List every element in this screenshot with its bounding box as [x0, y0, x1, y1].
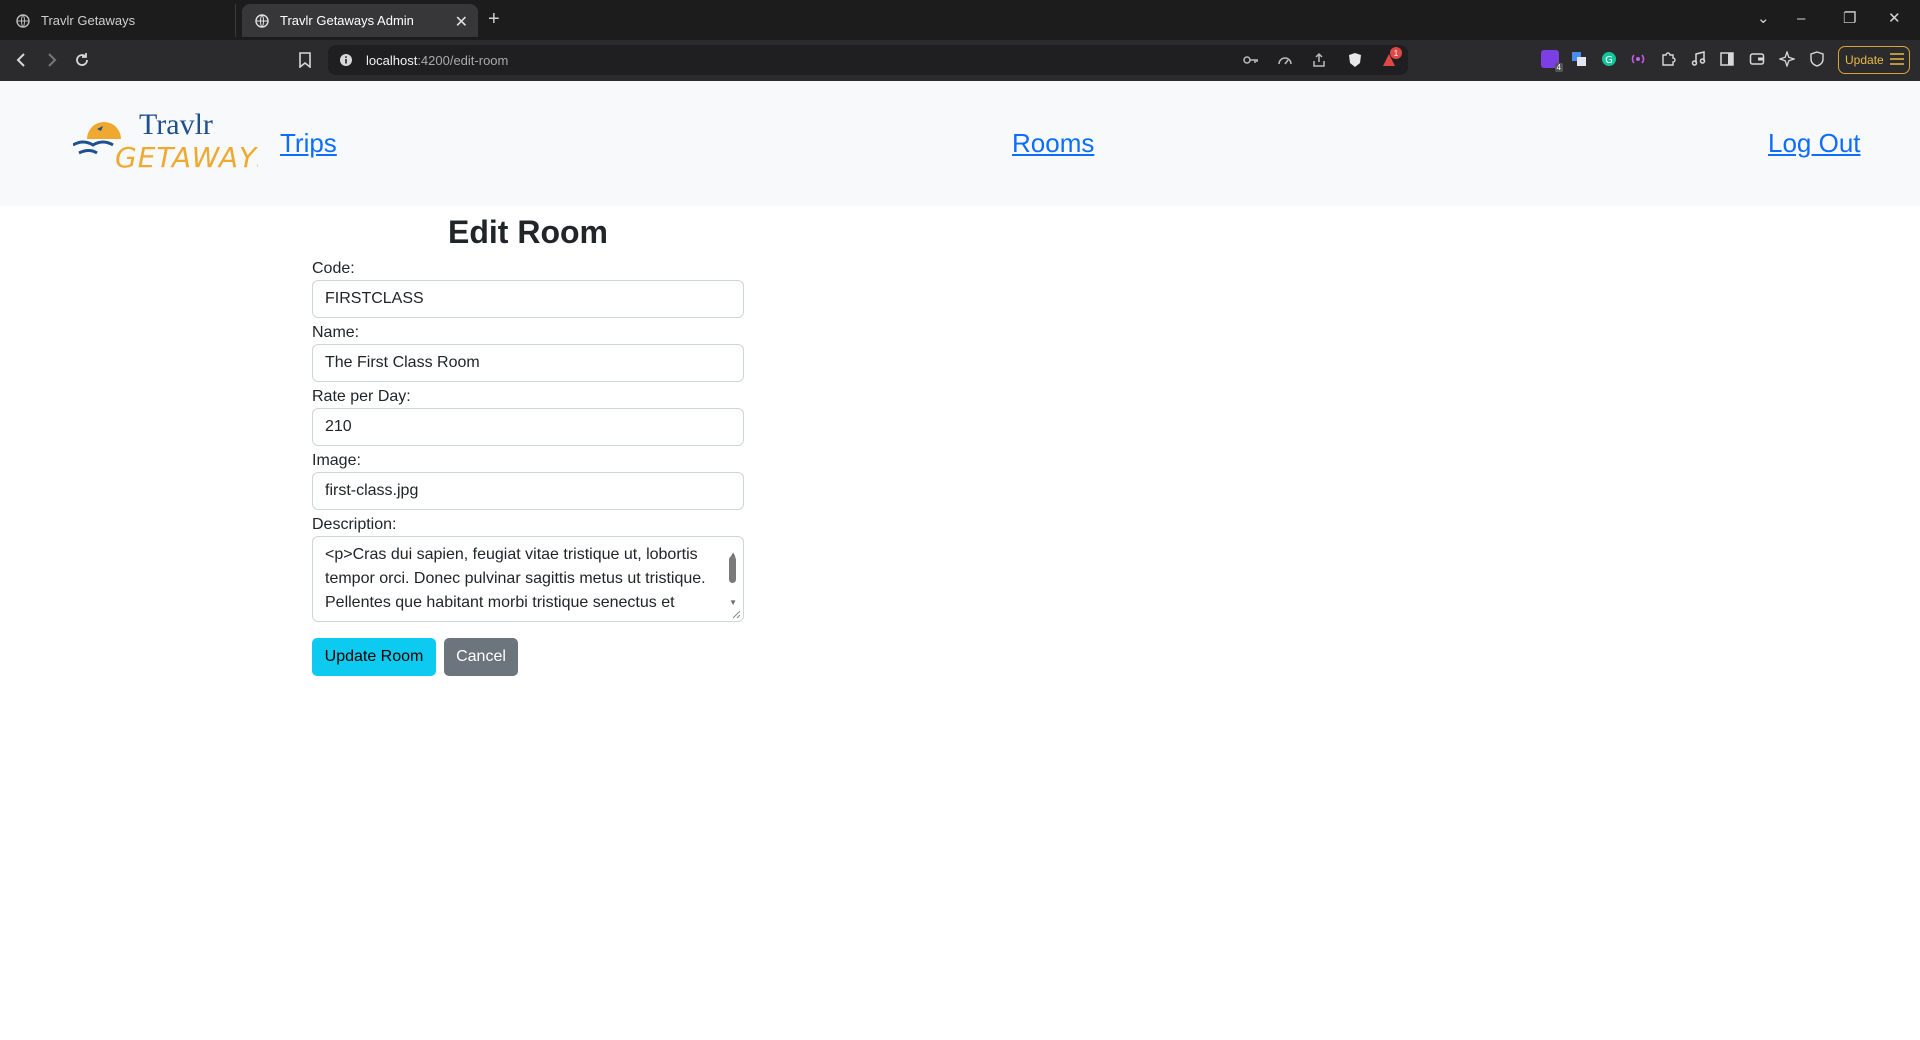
rate-input[interactable]: 210	[312, 408, 744, 446]
scroll-thumb[interactable]	[729, 556, 736, 583]
image-label: Image:	[312, 452, 361, 469]
extension-badge: 4	[1554, 63, 1563, 72]
browser-update-button[interactable]: Update	[1838, 46, 1910, 74]
page-title: Edit Room	[448, 214, 608, 250]
sidebar-icon[interactable]	[1718, 50, 1736, 68]
leo-ai-icon[interactable]	[1778, 50, 1796, 68]
svg-text:G: G	[1605, 55, 1613, 66]
code-input[interactable]: FIRSTCLASS	[312, 280, 744, 318]
image-input[interactable]: first-class.jpg	[312, 472, 744, 510]
update-room-button[interactable]: Update Room	[312, 638, 436, 676]
nav-link-trips[interactable]: Trips	[280, 128, 337, 159]
extension-purple-icon[interactable]: 4	[1541, 50, 1563, 72]
speedometer-icon[interactable]	[1276, 51, 1294, 69]
notification-badge: 1	[1390, 47, 1402, 59]
tab-title: Travlr Getaways	[41, 13, 136, 28]
nav-link-rooms[interactable]: Rooms	[1012, 128, 1094, 159]
globe-icon	[15, 13, 31, 29]
description-text: <p>Cras dui sapien, feugiat vitae tristi…	[325, 546, 706, 611]
svg-text:Travlr: Travlr	[139, 109, 213, 141]
new-tab-icon[interactable]: +	[488, 8, 500, 30]
music-note-icon[interactable]	[1689, 50, 1707, 68]
name-label: Name:	[312, 324, 360, 341]
brave-rewards-icon[interactable]: 1	[1380, 47, 1402, 69]
textarea-scrollbar[interactable]: ▲ ▼	[729, 539, 741, 619]
password-key-icon[interactable]	[1242, 51, 1260, 69]
grammarly-icon[interactable]: G	[1600, 50, 1618, 68]
description-label: Description:	[312, 516, 397, 533]
reload-icon[interactable]	[70, 48, 94, 72]
vpn-shield-icon[interactable]	[1808, 50, 1826, 68]
code-label: Code:	[312, 260, 355, 277]
wallet-icon[interactable]	[1748, 50, 1766, 68]
translate-icon[interactable]	[1570, 50, 1588, 68]
address-bar[interactable]: localhost:4200/edit-room 1	[328, 45, 1408, 75]
minimize-icon[interactable]: –	[1797, 10, 1805, 28]
broadcast-icon[interactable]	[1629, 50, 1647, 68]
tab-search-chevron-icon[interactable]: ⌄	[1757, 10, 1770, 28]
rate-label: Rate per Day:	[312, 388, 411, 405]
brave-shield-icon[interactable]	[1346, 51, 1364, 69]
edit-room-form: Edit Room Code: FIRSTCLASS Name: The Fir…	[312, 206, 744, 676]
browser-tab-travlr-getaways-admin[interactable]: Travlr Getaways Admin ✕	[242, 4, 478, 37]
back-icon[interactable]	[10, 48, 34, 72]
menu-hamburger-icon	[1889, 52, 1904, 68]
bookmark-icon[interactable]	[293, 48, 317, 72]
browser-tabstrip: Travlr Getaways Travlr Getaways Admin ✕ …	[0, 0, 1920, 40]
nav-link-logout[interactable]: Log Out	[1768, 128, 1861, 159]
tab-title: Travlr Getaways Admin	[280, 13, 414, 28]
resize-grip-icon[interactable]	[732, 610, 741, 619]
form-actions: Update Room Cancel	[312, 638, 744, 676]
site-info-icon[interactable]	[338, 52, 354, 68]
svg-text:GETAWAYS: GETAWAYS	[115, 141, 258, 174]
forward-icon[interactable]	[39, 48, 63, 72]
browser-tab-travlr-getaways[interactable]: Travlr Getaways	[0, 4, 236, 37]
tab-close-icon[interactable]: ✕	[455, 12, 468, 32]
share-icon[interactable]	[1310, 51, 1328, 69]
extensions-puzzle-icon[interactable]	[1659, 50, 1677, 68]
description-textarea[interactable]: <p>Cras dui sapien, feugiat vitae tristi…	[312, 536, 744, 622]
logo-graphic: Travlr GETAWAYS	[72, 108, 275, 174]
name-input[interactable]: The First Class Room	[312, 344, 744, 382]
restore-icon[interactable]: ❐	[1843, 10, 1856, 28]
browser-toolbar: localhost:4200/edit-room 1 4 G Update	[0, 40, 1920, 81]
site-navbar: Travlr GETAWAYS Trips Rooms Log Out	[0, 81, 1920, 206]
travlr-getaways-logo[interactable]: Travlr GETAWAYS	[72, 108, 275, 175]
close-window-icon[interactable]: ✕	[1888, 10, 1901, 28]
cancel-button[interactable]: Cancel	[444, 638, 518, 676]
globe-icon	[254, 13, 270, 29]
url-text: localhost:4200/edit-room	[366, 53, 509, 68]
